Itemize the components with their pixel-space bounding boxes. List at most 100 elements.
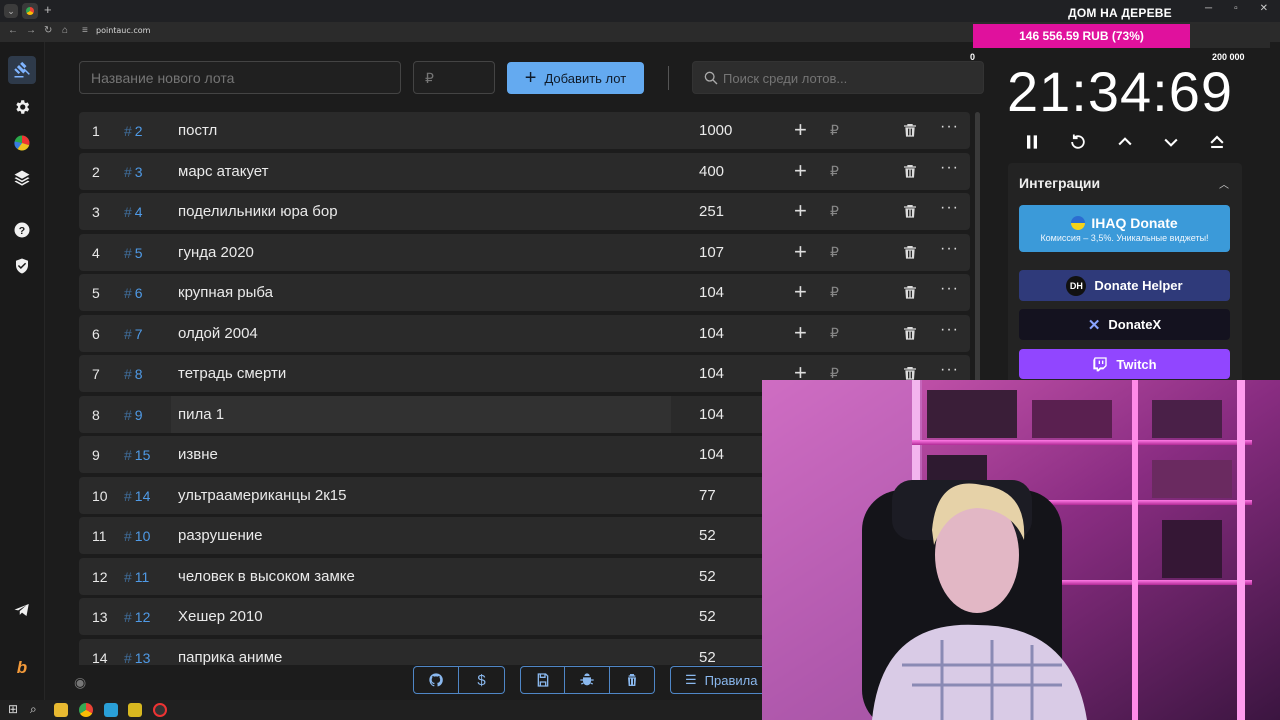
lot-row[interactable]: 6 #7 олдой 2004 104 + ₽ ···: [79, 314, 970, 352]
report-bug-button[interactable]: [565, 666, 610, 694]
twitch-button[interactable]: Twitch: [1019, 349, 1230, 379]
lot-amount[interactable]: 52: [699, 527, 716, 544]
lot-more-options-icon[interactable]: ···: [940, 361, 959, 379]
lot-currency-ruble-icon[interactable]: ₽: [830, 122, 839, 139]
tab-search-icon[interactable]: ⌄: [4, 4, 18, 18]
lot-amount[interactable]: 107: [699, 244, 724, 261]
lot-currency-ruble-icon[interactable]: ₽: [830, 163, 839, 180]
add-time-button[interactable]: [1113, 130, 1137, 154]
lot-amount[interactable]: 104: [699, 446, 724, 463]
lot-name-cell[interactable]: паприка аниме: [171, 639, 671, 666]
delete-lot-trash-icon[interactable]: [902, 243, 918, 261]
lot-name-cell[interactable]: извне: [171, 436, 671, 473]
lot-more-options-icon[interactable]: ···: [940, 321, 959, 339]
pause-button[interactable]: [1020, 130, 1044, 154]
close-icon[interactable]: ✕: [1260, 3, 1268, 14]
chrome-icon[interactable]: [79, 703, 93, 717]
lot-name-cell[interactable]: тетрадь смерти: [171, 355, 671, 392]
delete-lot-trash-icon[interactable]: [902, 324, 918, 342]
lot-amount[interactable]: 104: [699, 284, 724, 301]
start-icon[interactable]: ⊞: [8, 702, 18, 716]
lot-currency-ruble-icon[interactable]: ₽: [830, 325, 839, 342]
save-button[interactable]: [520, 666, 565, 694]
browser-tab-active[interactable]: [22, 3, 38, 19]
lot-name-cell[interactable]: поделильники юра бор: [171, 193, 671, 230]
collapse-chevron-icon[interactable]: ︿: [1219, 176, 1229, 191]
reset-timer-button[interactable]: [1066, 130, 1090, 154]
delete-lot-trash-icon[interactable]: [902, 202, 918, 220]
lot-name-cell[interactable]: Хешер 2010: [171, 598, 671, 635]
lot-row[interactable]: 2 #3 марс атакует 400 + ₽ ···: [79, 152, 970, 190]
lot-amount[interactable]: 77: [699, 487, 716, 504]
donatex-button[interactable]: ✕ DonateX: [1019, 309, 1230, 340]
sidebar-item-settings[interactable]: [8, 93, 36, 121]
double-time-button[interactable]: [1205, 130, 1229, 154]
lot-name-cell[interactable]: пила 1: [171, 395, 671, 433]
lot-name-cell[interactable]: ультраамериканцы 2к15: [171, 477, 671, 514]
delete-lot-trash-icon[interactable]: [902, 162, 918, 180]
url-text[interactable]: pointauc.com: [96, 26, 150, 35]
sidebar-item-safety[interactable]: [8, 252, 36, 280]
sidebar-item-telegram[interactable]: [8, 596, 36, 624]
delete-lot-trash-icon[interactable]: [902, 121, 918, 139]
lot-name-cell[interactable]: олдой 2004: [171, 315, 671, 352]
lot-currency-ruble-icon[interactable]: ₽: [830, 203, 839, 220]
lot-amount[interactable]: 104: [699, 365, 724, 382]
home-icon[interactable]: ⌂: [62, 25, 68, 36]
obs-icon[interactable]: [153, 703, 167, 717]
lot-amount[interactable]: 52: [699, 649, 716, 666]
lot-more-options-icon[interactable]: ···: [940, 240, 959, 258]
lot-name-cell[interactable]: гунда 2020: [171, 234, 671, 271]
taskbar-search-icon[interactable]: ⌕: [30, 702, 37, 717]
lot-amount[interactable]: 104: [699, 325, 724, 342]
search-box[interactable]: [692, 61, 984, 94]
lot-name-cell[interactable]: постл: [171, 112, 671, 149]
donate-button[interactable]: $: [459, 666, 505, 694]
rules-button[interactable]: ☰ Правила: [670, 666, 770, 694]
add-amount-plus-icon[interactable]: +: [794, 320, 807, 346]
add-amount-plus-icon[interactable]: +: [794, 279, 807, 305]
ihaq-donate-button[interactable]: IHAQ Donate Комиссия – 3,5%. Уникальные …: [1019, 205, 1230, 252]
lot-name-cell[interactable]: марс атакует: [171, 153, 671, 190]
add-amount-plus-icon[interactable]: +: [794, 158, 807, 184]
add-lot-button[interactable]: + Добавить лот: [507, 62, 644, 94]
lot-name-cell[interactable]: человек в высоком замке: [171, 558, 671, 595]
lot-currency-ruble-icon[interactable]: ₽: [830, 244, 839, 261]
new-lot-price-input[interactable]: [413, 61, 495, 94]
lot-amount[interactable]: 400: [699, 163, 724, 180]
add-amount-plus-icon[interactable]: +: [794, 239, 807, 265]
lot-more-options-icon[interactable]: ···: [940, 118, 959, 136]
search-input[interactable]: [723, 67, 973, 89]
new-lot-name-input[interactable]: [79, 61, 401, 94]
eye-icon[interactable]: ◉: [74, 674, 86, 691]
file-explorer-icon[interactable]: [54, 703, 68, 717]
lot-row[interactable]: 5 #6 крупная рыба 104 + ₽ ···: [79, 274, 970, 311]
subtract-time-button[interactable]: [1159, 130, 1183, 154]
lot-amount[interactable]: 52: [699, 608, 716, 625]
lot-amount[interactable]: 1000: [699, 122, 732, 139]
lot-row[interactable]: 4 #5 гунда 2020 107 + ₽ ···: [79, 233, 970, 271]
sidebar-item-auction[interactable]: [8, 56, 36, 84]
lot-amount[interactable]: 251: [699, 203, 724, 220]
reload-icon[interactable]: ↻: [44, 25, 52, 36]
maximize-icon[interactable]: ▫: [1234, 3, 1238, 14]
lot-more-options-icon[interactable]: ···: [940, 159, 959, 177]
clear-lots-button[interactable]: [610, 666, 655, 694]
back-icon[interactable]: ←: [8, 25, 18, 36]
lot-amount[interactable]: 104: [699, 406, 724, 423]
site-info-icon[interactable]: ≡: [82, 25, 88, 36]
telegram-app-icon[interactable]: [104, 703, 118, 717]
delete-lot-trash-icon[interactable]: [902, 283, 918, 301]
donate-helper-button[interactable]: DH Donate Helper: [1019, 270, 1230, 301]
add-amount-plus-icon[interactable]: +: [794, 198, 807, 224]
lot-more-options-icon[interactable]: ···: [940, 199, 959, 217]
app-icon[interactable]: [128, 703, 142, 717]
lot-name-cell[interactable]: разрушение: [171, 517, 671, 554]
sidebar-item-layers[interactable]: [8, 164, 36, 192]
lot-row[interactable]: 3 #4 поделильники юра бор 251 + ₽ ···: [79, 193, 970, 230]
forward-icon[interactable]: →: [26, 25, 36, 36]
lot-row[interactable]: 1 #2 постл 1000 + ₽ ···: [79, 112, 970, 149]
sidebar-item-help[interactable]: ?: [8, 216, 36, 244]
sidebar-item-wheel[interactable]: [8, 129, 36, 157]
boosty-icon[interactable]: b: [8, 654, 36, 682]
